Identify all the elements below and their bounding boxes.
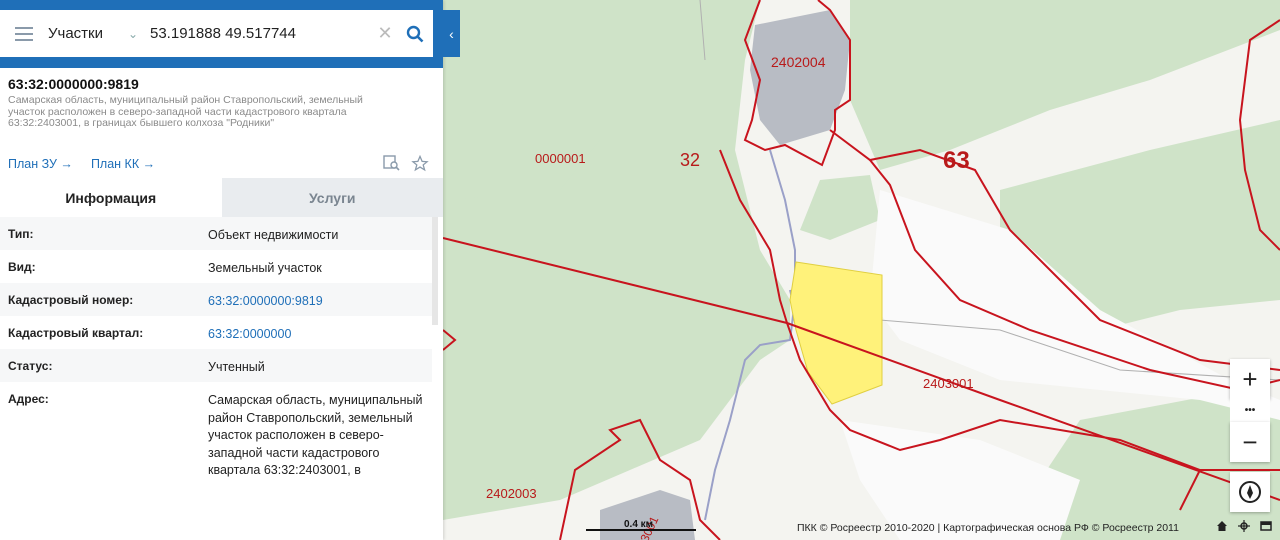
layers-icon[interactable] (1260, 520, 1272, 532)
info-key: Вид: (8, 260, 36, 274)
object-description: Самарская область, муниципальный район С… (8, 94, 363, 129)
info-key: Кадастровый номер: (8, 293, 134, 307)
search-bar-container: Участки ⌄ 53.191888 49.517744 ✕ (0, 0, 443, 68)
zoom-in-button[interactable]: + (1230, 359, 1270, 399)
cadastral-number-link[interactable]: 63:32:0000000:9819 (208, 283, 432, 311)
label-quarter-2402004: 2402004 (771, 54, 826, 70)
scale-bar: 0.4 км (586, 519, 696, 533)
search-icon (406, 25, 424, 42)
collapse-panel-button[interactable]: ‹ (443, 10, 460, 57)
hamburger-menu-icon[interactable] (0, 26, 48, 41)
find-on-map-icon[interactable] (383, 155, 401, 171)
info-value: Земельный участок (208, 261, 322, 275)
chevron-down-icon[interactable]: ⌄ (128, 27, 150, 41)
star-icon[interactable] (411, 155, 429, 172)
info-key: Адрес: (8, 392, 49, 406)
label-quarter-2403001: 2403001 (923, 376, 974, 391)
object-header: 63:32:0000000:9819 Самарская область, му… (0, 68, 443, 130)
plan-links: План ЗУ → План КК → (8, 155, 429, 172)
info-key: Тип: (8, 227, 34, 241)
compass-button[interactable] (1230, 472, 1270, 512)
cadastral-quarter-link[interactable]: 63:32:0000000 (208, 316, 432, 344)
clear-icon[interactable]: ✕ (373, 23, 397, 44)
info-row-status: Статус: Учтенный (0, 349, 432, 382)
info-row-kind: Вид: Земельный участок (0, 250, 432, 283)
search-box: Участки ⌄ 53.191888 49.517744 ✕ (0, 10, 433, 57)
info-row-address: Адрес: Самарская область, муниципальный … (0, 382, 432, 480)
label-district-32: 32 (680, 150, 700, 170)
zoom-out-button[interactable]: − (1230, 422, 1270, 462)
label-quarter-2402003: 2402003 (486, 486, 537, 501)
tab-bar: Информация Услуги (0, 178, 443, 217)
search-input[interactable]: 53.191888 49.517744 (150, 25, 373, 42)
info-value: Учтенный (208, 360, 265, 374)
info-panel: Участки ⌄ 53.191888 49.517744 ✕ 63:32:00… (0, 0, 443, 540)
info-table: Тип: Объект недвижимости Вид: Земельный … (0, 217, 432, 480)
info-value: Самарская область, муниципальный район С… (208, 393, 423, 477)
info-key: Кадастровый квартал: (8, 326, 144, 340)
chevron-left-icon: ‹ (449, 25, 454, 42)
tab-services[interactable]: Услуги (221, 178, 443, 217)
object-cadastral-id: 63:32:0000000:9819 (8, 76, 139, 92)
info-key: Статус: (8, 359, 53, 373)
info-row-cadastral-number: Кадастровый номер: 63:32:0000000:9819 (0, 283, 432, 316)
info-row-type: Тип: Объект недвижимости (0, 217, 432, 250)
plan-kk-link[interactable]: План КК → (91, 157, 155, 171)
search-button[interactable] (397, 25, 433, 43)
tab-info[interactable]: Информация (0, 178, 222, 217)
locate-icon[interactable] (1238, 520, 1250, 532)
info-row-cadastral-quarter: Кадастровый квартал: 63:32:0000000 (0, 316, 432, 349)
more-zoom-button[interactable]: ••• (1230, 398, 1270, 422)
bottom-toolbar (1216, 520, 1272, 532)
info-value: Объект недвижимости (208, 228, 339, 242)
plan-zu-link[interactable]: План ЗУ → (8, 157, 73, 171)
scrollbar[interactable] (432, 217, 438, 325)
label-quarter-0000001: 0000001 (535, 151, 586, 166)
compass-icon (1239, 481, 1261, 503)
layer-select[interactable]: Участки (48, 25, 128, 42)
attribution: ПКК © Росреестр 2010-2020 | Картографиче… (797, 522, 1179, 534)
home-icon[interactable] (1216, 520, 1228, 532)
label-region-63: 63 (943, 147, 970, 174)
